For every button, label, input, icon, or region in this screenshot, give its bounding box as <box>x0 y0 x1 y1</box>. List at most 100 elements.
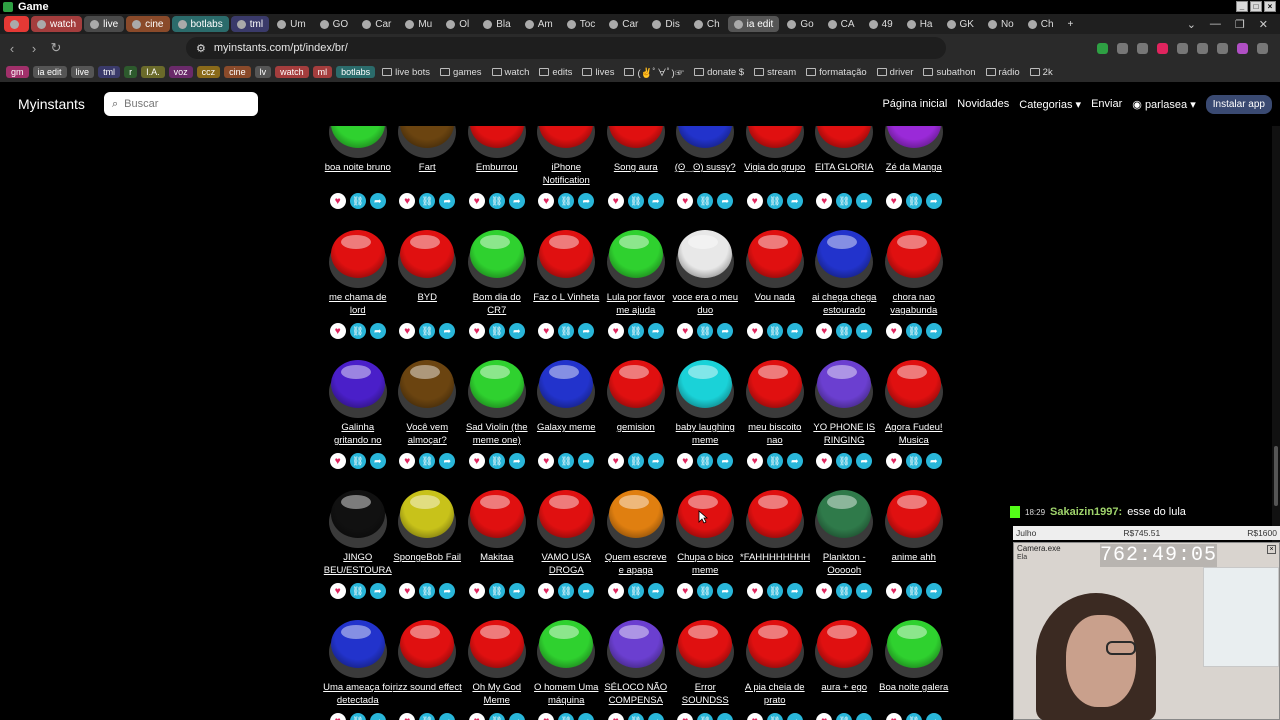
share-icon[interactable]: ➦ <box>786 713 803 720</box>
browser-tab[interactable]: Toc <box>561 16 602 32</box>
bookmark-chip[interactable]: ccz <box>196 66 221 78</box>
bookmark-folder[interactable]: rádio <box>983 67 1023 78</box>
copy-link-icon[interactable]: ⛓ <box>627 583 644 599</box>
favorite-heart-icon[interactable]: ♥ <box>746 453 763 469</box>
sound-title-link[interactable]: Zé da Manga <box>879 161 949 189</box>
bookmark-chip[interactable]: live <box>70 66 95 78</box>
bookmark-folder[interactable]: lives <box>579 67 617 78</box>
maximize-button[interactable]: □ <box>1250 1 1262 12</box>
favorite-heart-icon[interactable]: ♥ <box>399 713 416 720</box>
sound-title-link[interactable]: SpongeBob Fail <box>393 551 463 579</box>
share-icon[interactable]: ➦ <box>856 583 873 599</box>
share-icon[interactable]: ➦ <box>508 713 525 720</box>
favorite-heart-icon[interactable]: ♥ <box>746 583 763 599</box>
favorite-heart-icon[interactable]: ♥ <box>468 193 485 209</box>
search-input[interactable] <box>124 98 245 110</box>
sound-play-button[interactable] <box>537 490 596 548</box>
share-icon[interactable]: ➦ <box>717 713 734 720</box>
sound-title-link[interactable]: meu biscoito nao <box>740 421 810 449</box>
copy-link-icon[interactable]: ⛓ <box>627 193 644 209</box>
browser-tab[interactable]: Ch <box>1022 16 1060 32</box>
sound-title-link[interactable]: anime ahh <box>879 551 949 579</box>
bookmark-folder[interactable]: formatação <box>803 67 870 78</box>
share-icon[interactable]: ➦ <box>369 323 386 339</box>
bookmark-chip[interactable]: ml <box>312 66 333 78</box>
share-icon[interactable]: ➦ <box>439 713 456 720</box>
sound-title-link[interactable]: Vou nada <box>740 291 810 319</box>
sound-play-button[interactable] <box>884 230 943 288</box>
bookmark-folder[interactable]: watch <box>489 67 533 78</box>
browser-tab[interactable]: cine <box>126 16 170 32</box>
sound-play-button[interactable] <box>398 360 457 418</box>
sound-play-button[interactable] <box>884 360 943 418</box>
sound-play-button[interactable] <box>467 620 526 678</box>
copy-link-icon[interactable]: ⛓ <box>419 323 436 339</box>
sound-title-link[interactable]: O homem Uma máquina <box>532 681 602 709</box>
favorite-heart-icon[interactable]: ♥ <box>885 453 902 469</box>
copy-link-icon[interactable]: ⛓ <box>905 453 922 469</box>
copy-link-icon[interactable]: ⛓ <box>836 583 853 599</box>
url-text[interactable]: myinstants.com/pt/index/br/ <box>214 42 348 54</box>
sound-title-link[interactable]: chora nao vagabunda <box>879 291 949 319</box>
share-icon[interactable]: ➦ <box>578 583 595 599</box>
share-icon[interactable]: ➦ <box>578 193 595 209</box>
copy-link-icon[interactable]: ⛓ <box>697 583 714 599</box>
sound-play-button[interactable] <box>606 490 665 548</box>
sound-play-button[interactable] <box>676 360 735 418</box>
back-icon[interactable]: ‹ <box>2 41 22 56</box>
copy-link-icon[interactable]: ⛓ <box>419 583 436 599</box>
extension-icon[interactable] <box>1197 42 1208 54</box>
scroll-thumb[interactable] <box>1274 446 1278 506</box>
browser-tab[interactable]: Mu <box>399 16 438 32</box>
share-icon[interactable]: ➦ <box>786 193 803 209</box>
sound-title-link[interactable]: Boa noite galera <box>879 681 949 709</box>
sound-title-link[interactable]: me chama de lord <box>323 291 393 319</box>
browser-tab[interactable]: Dis <box>646 16 685 32</box>
copy-link-icon[interactable]: ⛓ <box>836 323 853 339</box>
share-icon[interactable]: ➦ <box>508 323 525 339</box>
sound-play-button[interactable] <box>328 230 387 288</box>
copy-link-icon[interactable]: ⛓ <box>419 193 436 209</box>
favorite-heart-icon[interactable]: ♥ <box>538 323 555 339</box>
close-button[interactable]: × <box>1264 1 1276 12</box>
favorite-heart-icon[interactable]: ♥ <box>538 453 555 469</box>
sound-title-link[interactable]: JINGO BEU/ESTOURA <box>323 551 393 579</box>
share-icon[interactable]: ➦ <box>647 713 664 720</box>
copy-link-icon[interactable]: ⛓ <box>766 323 783 339</box>
sound-play-button[interactable] <box>606 620 665 678</box>
share-icon[interactable]: ➦ <box>925 323 942 339</box>
copy-link-icon[interactable]: ⛓ <box>766 713 783 720</box>
share-icon[interactable]: ➦ <box>647 193 664 209</box>
sound-play-button[interactable] <box>606 230 665 288</box>
share-icon[interactable]: ➦ <box>369 193 386 209</box>
sound-play-button[interactable] <box>537 230 596 288</box>
sound-title-link[interactable]: SÉLOCO NÃO COMPENSA <box>601 681 671 709</box>
share-icon[interactable]: ➦ <box>856 323 873 339</box>
sound-title-link[interactable]: Sad Violin (the meme one) <box>462 421 532 449</box>
browser-tab[interactable]: tml <box>230 16 270 32</box>
favorite-heart-icon[interactable]: ♥ <box>329 713 346 720</box>
browser-tab[interactable]: CA <box>822 16 861 32</box>
site-logo[interactable]: Myinstants <box>18 96 104 112</box>
bookmark-chip[interactable]: gm <box>6 66 29 78</box>
restore-icon[interactable]: ❐ <box>1235 18 1245 31</box>
bookmark-chip[interactable]: ia edit <box>32 66 67 78</box>
copy-link-icon[interactable]: ⛓ <box>766 583 783 599</box>
install-app-button[interactable]: Instalar app <box>1205 94 1272 114</box>
share-icon[interactable]: ➦ <box>925 713 942 720</box>
sound-title-link[interactable]: Galaxy meme <box>532 421 602 449</box>
sound-play-button[interactable] <box>398 490 457 548</box>
sound-play-button[interactable] <box>745 126 804 158</box>
favorite-heart-icon[interactable]: ♥ <box>538 193 555 209</box>
sound-play-button[interactable] <box>676 230 735 288</box>
sound-title-link[interactable]: baby laughing meme <box>671 421 741 449</box>
sound-play-button[interactable] <box>606 126 665 158</box>
sound-play-button[interactable] <box>745 620 804 678</box>
share-icon[interactable]: ➦ <box>856 453 873 469</box>
profile-icon[interactable] <box>1237 42 1248 54</box>
favorite-heart-icon[interactable]: ♥ <box>885 583 902 599</box>
share-icon[interactable]: ➦ <box>508 193 525 209</box>
sound-title-link[interactable]: Você vem almoçar? <box>393 421 463 449</box>
sound-title-link[interactable]: Error SOUNDSS <box>671 681 741 709</box>
favorite-heart-icon[interactable]: ♥ <box>885 193 902 209</box>
